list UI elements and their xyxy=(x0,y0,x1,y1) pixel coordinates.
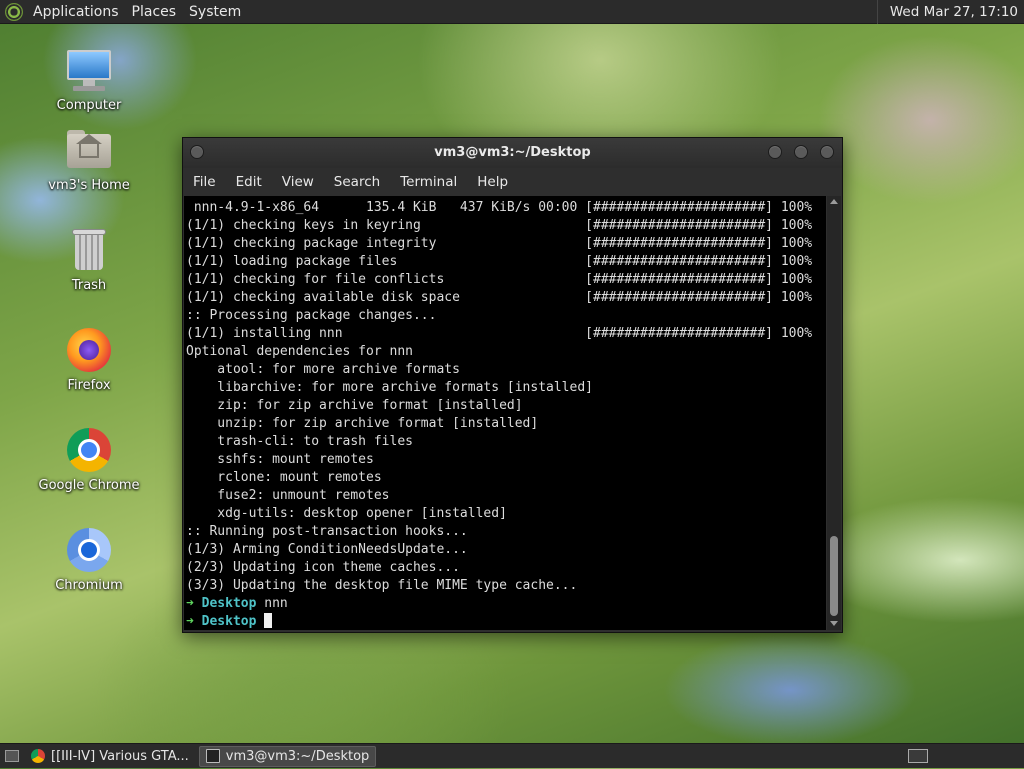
terminal-line: nnn-4.9-1-x86_64 135.4 KiB 437 KiB/s 00:… xyxy=(186,200,813,215)
terminal-icon xyxy=(205,749,220,763)
menu-file[interactable]: File xyxy=(183,174,226,190)
clock[interactable]: Wed Mar 27, 17:10 xyxy=(876,0,1024,24)
terminal-line: unzip: for zip archive format [installed… xyxy=(186,416,539,431)
desktop-icon-label: Computer xyxy=(56,98,122,113)
prompt-arrow-icon: ➜ xyxy=(186,596,194,611)
menu-help[interactable]: Help xyxy=(467,174,518,190)
desktop-icon-computer[interactable]: Computer xyxy=(30,46,148,113)
maximize-button[interactable] xyxy=(794,145,808,159)
workspace-empty-slot[interactable] xyxy=(938,744,1024,769)
desktop-icon-label: Chromium xyxy=(55,578,123,593)
terminal-output[interactable]: nnn-4.9-1-x86_64 135.4 KiB 437 KiB/s 00:… xyxy=(184,196,826,630)
desktop-icon-label: Google Chrome xyxy=(38,478,140,493)
terminal-line: :: Processing package changes... xyxy=(186,308,437,323)
distro-logo-icon[interactable] xyxy=(5,2,23,21)
prompt-arrow-icon: ➜ xyxy=(186,614,194,629)
prompt-command: nnn xyxy=(256,596,288,611)
scroll-down-icon[interactable] xyxy=(830,621,838,626)
scrollbar-thumb[interactable] xyxy=(830,536,838,616)
terminal-line: atool: for more archive formats xyxy=(186,362,460,377)
close-button[interactable] xyxy=(820,145,834,159)
terminal-line: :: Running post-transaction hooks... xyxy=(186,524,468,539)
terminal-line: fuse2: unmount remotes xyxy=(186,488,390,503)
menu-view[interactable]: View xyxy=(272,174,324,190)
terminal-scrollbar[interactable] xyxy=(827,196,841,630)
desktop-icon-label: Firefox xyxy=(67,378,111,393)
chrome-icon xyxy=(31,749,45,763)
terminal-line: (1/1) checking available disk space [###… xyxy=(186,290,813,305)
menu-system[interactable]: System xyxy=(185,4,250,20)
terminal-line: (2/3) Updating icon theme caches... xyxy=(186,560,460,575)
prompt-command xyxy=(256,614,264,629)
task-label: vm3@vm3:~/Desktop xyxy=(225,748,370,764)
firefox-icon xyxy=(65,326,113,374)
desktop-icon-label: Trash xyxy=(71,278,107,293)
menu-applications[interactable]: Applications xyxy=(29,4,128,20)
scroll-up-icon[interactable] xyxy=(830,199,838,204)
menu-edit[interactable]: Edit xyxy=(226,174,272,190)
desktop-icon-home[interactable]: vm3's Home xyxy=(30,126,148,193)
chrome-icon xyxy=(65,426,113,474)
terminal-menubar: File Edit View Search Terminal Help xyxy=(183,168,842,196)
terminal-line: (1/1) checking keys in keyring [########… xyxy=(186,218,813,233)
terminal-window[interactable]: vm3@vm3:~/Desktop File Edit View Search … xyxy=(182,137,843,633)
window-titlebar[interactable]: vm3@vm3:~/Desktop xyxy=(183,138,842,168)
top-panel: Applications Places System Wed Mar 27, 1… xyxy=(0,0,1024,24)
show-desktop-icon[interactable] xyxy=(5,750,19,762)
prompt-directory: Desktop xyxy=(193,614,257,629)
terminal-line: Optional dependencies for nnn xyxy=(186,344,413,359)
desktop-icon-trash[interactable]: Trash xyxy=(30,226,148,293)
trash-icon xyxy=(65,226,113,274)
taskbar-item-terminal[interactable]: vm3@vm3:~/Desktop xyxy=(198,745,377,767)
terminal-prompt-line: ➜ Desktop nnn xyxy=(186,595,826,613)
terminal-line: zip: for zip archive format [installed] xyxy=(186,398,523,413)
terminal-line: (1/1) checking package integrity [######… xyxy=(186,236,813,251)
terminal-line: (1/1) checking for file conflicts [#####… xyxy=(186,272,813,287)
desktop-icon-label: vm3's Home xyxy=(48,178,130,193)
window-menu-button[interactable] xyxy=(190,145,204,159)
text-cursor xyxy=(264,613,273,628)
home-folder-icon xyxy=(65,126,113,174)
window-title: vm3@vm3:~/Desktop xyxy=(434,145,591,160)
task-label: [[III-IV] Various GTA... xyxy=(51,748,189,764)
terminal-line: rclone: mount remotes xyxy=(186,470,382,485)
menu-places[interactable]: Places xyxy=(128,4,186,20)
terminal-prompt-line: ➜ Desktop xyxy=(186,613,826,630)
computer-icon xyxy=(65,46,113,94)
terminal-line: libarchive: for more archive formats [in… xyxy=(186,380,593,395)
prompt-directory: Desktop xyxy=(193,596,257,611)
terminal-line: (1/1) loading package files [###########… xyxy=(186,254,813,269)
menu-search[interactable]: Search xyxy=(324,174,390,190)
bottom-panel: [[III-IV] Various GTA... vm3@vm3:~/Deskt… xyxy=(0,743,1024,768)
desktop-icon-chromium[interactable]: Chromium xyxy=(30,526,148,593)
terminal-line: (3/3) Updating the desktop file MIME typ… xyxy=(186,578,578,593)
terminal-line: (1/3) Arming ConditionNeedsUpdate... xyxy=(186,542,468,557)
menu-terminal[interactable]: Terminal xyxy=(390,174,467,190)
taskbar-item-chrome[interactable]: [[III-IV] Various GTA... xyxy=(25,746,195,767)
terminal-line: (1/1) installing nnn [##################… xyxy=(186,326,813,341)
minimize-button[interactable] xyxy=(768,145,782,159)
chromium-icon xyxy=(65,526,113,574)
terminal-line: trash-cli: to trash files xyxy=(186,434,413,449)
desktop-icon-google-chrome[interactable]: Google Chrome xyxy=(30,426,148,493)
desktop-icon-firefox[interactable]: Firefox xyxy=(30,326,148,393)
workspace-switcher[interactable] xyxy=(908,749,928,763)
terminal-line: xdg-utils: desktop opener [installed] xyxy=(186,506,507,521)
terminal-line: sshfs: mount remotes xyxy=(186,452,374,467)
